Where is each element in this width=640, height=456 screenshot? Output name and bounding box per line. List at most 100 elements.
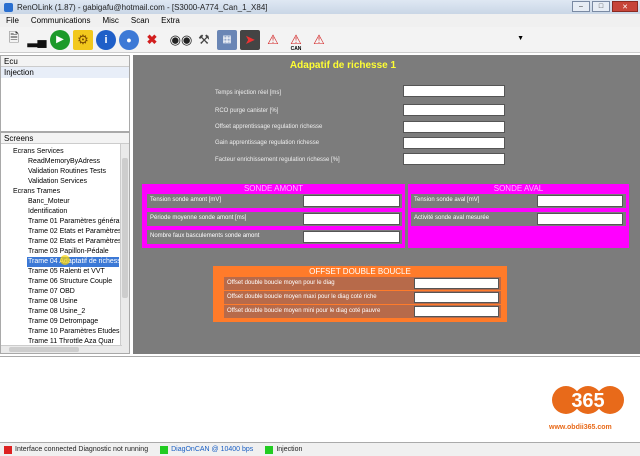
row-label: Offset double boucle moyen maxi pour le … — [227, 294, 377, 300]
toolbar: 🗎 ▂▄ ▶ ⚙ i ● ✖ ◉◉ ⚒ ▦ ➤ ⚠ ⚠ CAN ⚠ — [0, 27, 640, 53]
info-icon[interactable]: i — [96, 29, 116, 50]
field-label: RCO purge canister [%] — [215, 108, 279, 114]
status-ecu: Injection — [276, 446, 303, 453]
tree-node[interactable]: Trame 06 Structure Couple — [1, 277, 129, 287]
minimize-icon[interactable]: – — [572, 1, 590, 12]
tree-node[interactable]: Trame 08 Usine_2 — [1, 307, 129, 317]
field-label: Offset apprentissage regulation richesse — [215, 124, 323, 130]
tree-node[interactable]: Trame 05 Ralenti et VVT — [1, 267, 129, 277]
row-label: Période moyenne sonde amont [ms] — [150, 215, 247, 221]
main-panel: Adapatif de richesse 1 Temps injection r… — [133, 55, 640, 354]
chevron-down-icon: ▼ — [517, 35, 524, 42]
status-protocol: DiagOnCAN @ 10400 bps — [171, 446, 254, 453]
tree-node[interactable]: ReadMemoryByAdress — [1, 157, 129, 167]
tree-node[interactable]: Identification — [1, 207, 129, 217]
field-value — [403, 137, 505, 149]
field-value — [403, 153, 505, 165]
tree-node[interactable]: Ecrans Trames — [1, 187, 129, 197]
field-label: Temps injection réel [ms] — [215, 90, 282, 96]
tree-node[interactable]: Ecrans Services — [1, 147, 129, 157]
scrollbar-thumb[interactable] — [122, 158, 128, 298]
row-value — [414, 306, 499, 317]
offset-boucle-row: Offset double boucle moyen pour le diag — [224, 277, 501, 290]
tree-node[interactable]: Trame 01 Paramètres générau — [1, 217, 129, 227]
field-value — [403, 85, 505, 97]
warning-icon[interactable]: ⚠ — [263, 30, 283, 50]
tree-node[interactable]: Trame 09 Detrompage — [1, 317, 129, 327]
new-document-icon[interactable]: 🗎 — [4, 30, 24, 50]
tree-vertical-scrollbar[interactable] — [120, 144, 129, 353]
field-value — [403, 104, 505, 116]
row-value — [303, 213, 400, 225]
tree-node[interactable]: Trame 10 Paramètres Etudes — [1, 327, 129, 337]
sonde-amont-row: Nombre faux basculements sonde amont — [147, 230, 402, 244]
ecu-item-injection[interactable]: Injection — [1, 67, 129, 78]
tree-node[interactable]: Validation Routines Tests — [1, 167, 129, 177]
tree-node[interactable]: Trame 08 Usine — [1, 297, 129, 307]
menu-bar: File Communications Misc Scan Extra — [0, 14, 640, 27]
toolbar-combo[interactable]: ▼ — [340, 34, 528, 46]
stop-x-icon[interactable]: ✖ — [142, 30, 162, 50]
screens-panel: Screens Ecrans Services ReadMemoryByAdre… — [0, 132, 130, 354]
row-label: Nombre faux basculements sonde amont — [150, 233, 260, 239]
pin-icon[interactable]: ➤ — [240, 29, 260, 50]
screens-tree: Ecrans Services ReadMemoryByAdress Valid… — [1, 144, 129, 347]
offset-boucle-group: OFFSET DOUBLE BOUCLE Offset double boucl… — [213, 266, 507, 322]
menu-misc[interactable]: Misc — [102, 16, 118, 25]
car-globe-icon[interactable]: ● — [119, 29, 139, 50]
status-green-icon — [160, 445, 169, 454]
tree-node[interactable]: Validation Services — [1, 177, 129, 187]
maximize-icon[interactable]: □ — [592, 1, 610, 12]
tree-node[interactable]: Trame 02 Etats et Paramètres — [1, 227, 129, 237]
watermark-logo: 365 — [552, 386, 624, 414]
status-green-icon — [265, 445, 274, 454]
sonde-aval-caption: SONDE AVAL — [493, 184, 544, 193]
menu-file[interactable]: File — [6, 16, 19, 25]
ecu-panel: Ecu Injection — [0, 55, 130, 132]
status-connection: Interface connected Diagnostic not runni… — [15, 446, 149, 453]
sonde-aval-row: Activité sonde aval mesurée — [411, 212, 626, 226]
menu-communications[interactable]: Communications — [31, 16, 91, 25]
tree-node[interactable]: Banc_Moteur — [1, 197, 129, 207]
sonde-amont-row: Tension sonde amont [mV] — [147, 194, 402, 208]
sonde-amont-row: Période moyenne sonde amont [ms] — [147, 212, 402, 226]
ecu-header: Ecu — [1, 56, 129, 67]
window-title: RenOLink (1.87) - gabigafu@hotmail.com -… — [17, 2, 268, 12]
row-value — [537, 213, 623, 225]
binoculars-icon[interactable]: ◉◉ — [170, 30, 193, 50]
tree-horizontal-scrollbar[interactable] — [1, 345, 122, 353]
row-label: Activité sonde aval mesurée — [414, 215, 490, 221]
menu-extra[interactable]: Extra — [161, 16, 180, 25]
page-title: Adapatif de richesse 1 — [289, 60, 397, 71]
log-pane[interactable] — [0, 356, 640, 442]
warning-cross-icon[interactable]: ⚠ — [309, 30, 329, 50]
offset-boucle-row: Offset double boucle moyen mini pour le … — [224, 305, 501, 318]
signal-bars-icon[interactable]: ▂▄ — [27, 30, 47, 50]
play-icon[interactable]: ▶ — [50, 29, 70, 50]
field-value — [403, 121, 505, 133]
tree-node-selected[interactable]: Trame 04 Adaptatif de richesse — [27, 257, 125, 267]
offset-boucle-caption: OFFSET DOUBLE BOUCLE — [309, 267, 411, 276]
can-label: CAN — [290, 45, 302, 52]
field-label: Gain apprentissage regulation richesse — [215, 140, 320, 146]
offset-boucle-row: Offset double boucle moyen maxi pour le … — [224, 291, 501, 304]
menu-scan[interactable]: Scan — [131, 16, 149, 25]
close-icon[interactable]: ✕ — [612, 1, 638, 12]
calculator-icon[interactable]: ▦ — [217, 29, 237, 50]
row-value — [414, 292, 499, 303]
field-label: Facteur enrichissement regulation riches… — [215, 157, 340, 163]
scrollbar-thumb[interactable] — [9, 347, 79, 352]
status-bar: Interface connected Diagnostic not runni… — [0, 442, 640, 456]
tool-icon[interactable]: ⚒ — [194, 30, 214, 50]
app-icon — [4, 2, 13, 12]
gear-chip-icon[interactable]: ⚙ — [73, 29, 93, 50]
title-bar: RenOLink (1.87) - gabigafu@hotmail.com -… — [0, 0, 640, 14]
sonde-aval-row: Tension sonde aval [mV] — [411, 194, 626, 208]
tree-node[interactable]: Trame 07 OBD — [1, 287, 129, 297]
status-red-icon — [4, 445, 12, 454]
screens-header: Screens — [1, 133, 129, 144]
sonde-amont-caption: SONDE AMONT — [243, 184, 304, 193]
watermark-url: www.obdii365.com — [549, 424, 612, 431]
tree-node[interactable]: Trame 02 Etats et Paramètres — [1, 237, 129, 247]
warning-can-icon[interactable]: ⚠ CAN — [286, 30, 306, 52]
